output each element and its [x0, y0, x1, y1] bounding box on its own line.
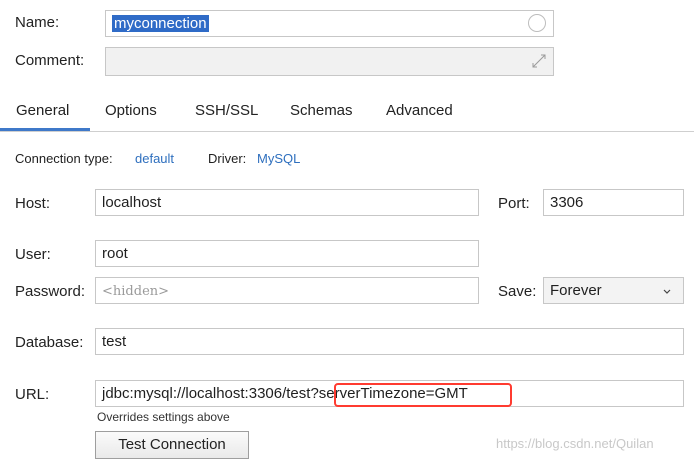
- circle-icon[interactable]: [528, 14, 546, 32]
- url-label: URL:: [15, 386, 50, 403]
- password-input[interactable]: <hidden>: [95, 277, 479, 304]
- database-label: Database:: [15, 334, 84, 351]
- save-select-value: Forever: [550, 282, 602, 299]
- tab-options[interactable]: Options: [105, 101, 157, 121]
- tab-schemas[interactable]: Schemas: [290, 101, 353, 121]
- tab-general[interactable]: General: [16, 101, 69, 121]
- name-value: myconnection: [112, 15, 209, 32]
- name-label: Name:: [15, 14, 60, 31]
- watermark-text: https://blog.csdn.net/Quilan: [496, 436, 654, 451]
- port-label: Port:: [498, 195, 530, 212]
- tab-ssh-ssl[interactable]: SSH/SSL: [195, 101, 258, 121]
- database-input[interactable]: test: [95, 328, 684, 355]
- host-label: Host:: [15, 195, 51, 212]
- driver-label: Driver:: [208, 151, 247, 166]
- host-input[interactable]: localhost: [95, 189, 479, 216]
- test-connection-button[interactable]: Test Connection: [95, 431, 249, 459]
- password-label: Password:: [15, 283, 86, 300]
- override-note: Overrides settings above: [97, 410, 230, 424]
- connection-type-link[interactable]: default: [135, 151, 174, 167]
- url-highlight-box: [334, 383, 512, 407]
- comment-label: Comment:: [15, 52, 85, 69]
- save-select[interactable]: Forever: [543, 277, 684, 304]
- driver-link[interactable]: MySQL: [257, 151, 300, 167]
- expand-icon[interactable]: [532, 54, 546, 68]
- password-placeholder: <hidden>: [102, 284, 170, 299]
- port-input[interactable]: 3306: [543, 189, 684, 216]
- save-label: Save:: [498, 283, 537, 300]
- comment-field[interactable]: [105, 47, 554, 76]
- chevron-down-icon: [663, 289, 671, 294]
- user-input[interactable]: root: [95, 240, 479, 267]
- user-label: User:: [15, 246, 51, 263]
- tab-advanced[interactable]: Advanced: [386, 101, 453, 121]
- connection-type-label: Connection type:: [15, 151, 113, 166]
- name-field[interactable]: myconnection: [105, 10, 554, 37]
- tab-divider: [0, 131, 694, 132]
